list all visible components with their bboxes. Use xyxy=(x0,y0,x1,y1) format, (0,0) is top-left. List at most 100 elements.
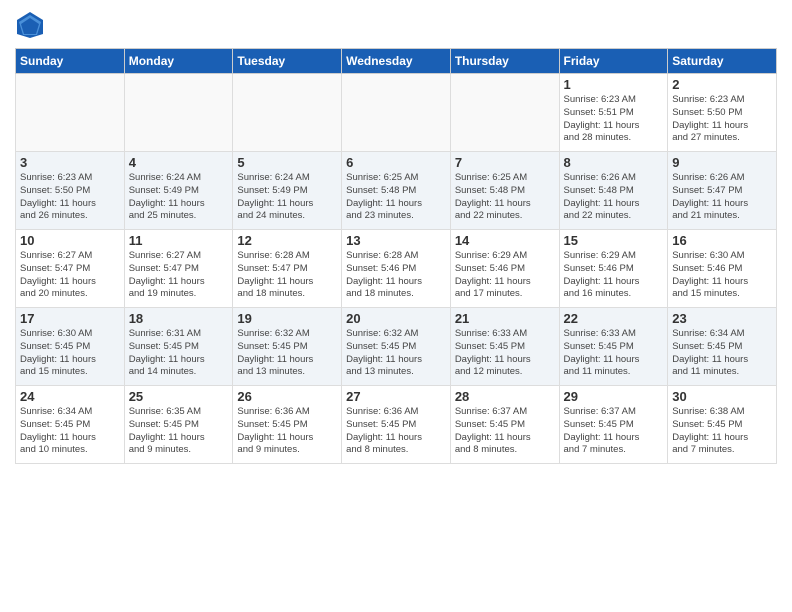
day-info: Sunrise: 6:24 AM Sunset: 5:49 PM Dayligh… xyxy=(237,172,337,223)
weekday-header-wednesday: Wednesday xyxy=(342,49,451,74)
calendar-cell: 2Sunrise: 6:23 AM Sunset: 5:50 PM Daylig… xyxy=(668,74,777,152)
calendar-cell: 5 Sunrise: 6:24 AM Sunset: 5:49 PM Daylig… xyxy=(233,152,342,230)
calendar-cell xyxy=(124,74,233,152)
day-info: Sunrise: 6:38 AM Sunset: 5:45 PM Dayligh… xyxy=(672,406,772,457)
day-number: 6 xyxy=(346,155,446,170)
day-info: Sunrise: 6:36 AM Sunset: 5:45 PM Dayligh… xyxy=(346,406,446,457)
day-info: Sunrise: 6:34 AM Sunset: 5:45 PM Dayligh… xyxy=(20,406,120,457)
calendar-cell: 15 Sunrise: 6:29 AM Sunset: 5:46 PM Dayli… xyxy=(559,230,668,308)
day-number: 30 xyxy=(672,389,772,404)
calendar-cell: 1 Sunrise: 6:23 AM Sunset: 5:51 PM Daylig… xyxy=(559,74,668,152)
day-info: Sunrise: 6:29 AM Sunset: 5:46 PM Dayligh… xyxy=(564,250,664,301)
weekday-header-thursday: Thursday xyxy=(450,49,559,74)
day-info: Sunrise: 6:33 AM Sunset: 5:45 PM Dayligh… xyxy=(564,328,664,379)
calendar-cell: 30 Sunrise: 6:38 AM Sunset: 5:45 PM Dayli… xyxy=(668,386,777,464)
day-number: 23 xyxy=(672,311,772,326)
day-number: 15 xyxy=(564,233,664,248)
day-number: 20 xyxy=(346,311,446,326)
calendar-cell: 27 Sunrise: 6:36 AM Sunset: 5:45 PM Dayli… xyxy=(342,386,451,464)
day-info: Sunrise: 6:35 AM Sunset: 5:45 PM Dayligh… xyxy=(129,406,229,457)
day-info: Sunrise: 6:24 AM Sunset: 5:49 PM Dayligh… xyxy=(129,172,229,223)
day-number: 18 xyxy=(129,311,229,326)
day-info: Sunrise: 6:26 AM Sunset: 5:47 PM Dayligh… xyxy=(672,172,772,223)
calendar-cell: 21 Sunrise: 6:33 AM Sunset: 5:45 PM Dayli… xyxy=(450,308,559,386)
day-info: Sunrise: 6:31 AM Sunset: 5:45 PM Dayligh… xyxy=(129,328,229,379)
day-number: 14 xyxy=(455,233,555,248)
day-number: 9 xyxy=(672,155,772,170)
day-number: 11 xyxy=(129,233,229,248)
calendar-cell: 18 Sunrise: 6:31 AM Sunset: 5:45 PM Dayli… xyxy=(124,308,233,386)
day-info: Sunrise: 6:37 AM Sunset: 5:45 PM Dayligh… xyxy=(564,406,664,457)
day-number: 26 xyxy=(237,389,337,404)
day-info: Sunrise: 6:37 AM Sunset: 5:45 PM Dayligh… xyxy=(455,406,555,457)
calendar: SundayMondayTuesdayWednesdayThursdayFrid… xyxy=(15,48,777,464)
day-info: Sunrise: 6:27 AM Sunset: 5:47 PM Dayligh… xyxy=(129,250,229,301)
day-info: Sunrise: 6:32 AM Sunset: 5:45 PM Dayligh… xyxy=(237,328,337,379)
calendar-cell: 29Sunrise: 6:37 AM Sunset: 5:45 PM Dayli… xyxy=(559,386,668,464)
weekday-header-tuesday: Tuesday xyxy=(233,49,342,74)
day-info: Sunrise: 6:23 AM Sunset: 5:50 PM Dayligh… xyxy=(20,172,120,223)
page: SundayMondayTuesdayWednesdayThursdayFrid… xyxy=(0,0,792,612)
day-number: 16 xyxy=(672,233,772,248)
calendar-cell: 6 Sunrise: 6:25 AM Sunset: 5:48 PM Daylig… xyxy=(342,152,451,230)
logo-icon xyxy=(15,10,45,40)
day-info: Sunrise: 6:28 AM Sunset: 5:47 PM Dayligh… xyxy=(237,250,337,301)
day-number: 7 xyxy=(455,155,555,170)
calendar-cell: 11 Sunrise: 6:27 AM Sunset: 5:47 PM Dayli… xyxy=(124,230,233,308)
day-number: 13 xyxy=(346,233,446,248)
calendar-week-1: 1 Sunrise: 6:23 AM Sunset: 5:51 PM Daylig… xyxy=(16,74,777,152)
day-number: 10 xyxy=(20,233,120,248)
day-info: Sunrise: 6:30 AM Sunset: 5:45 PM Dayligh… xyxy=(20,328,120,379)
calendar-cell: 22Sunrise: 6:33 AM Sunset: 5:45 PM Dayli… xyxy=(559,308,668,386)
calendar-cell: 20 Sunrise: 6:32 AM Sunset: 5:45 PM Dayli… xyxy=(342,308,451,386)
day-info: Sunrise: 6:33 AM Sunset: 5:45 PM Dayligh… xyxy=(455,328,555,379)
calendar-cell xyxy=(342,74,451,152)
calendar-cell: 14 Sunrise: 6:29 AM Sunset: 5:46 PM Dayli… xyxy=(450,230,559,308)
calendar-cell: 10 Sunrise: 6:27 AM Sunset: 5:47 PM Dayli… xyxy=(16,230,125,308)
day-info: Sunrise: 6:25 AM Sunset: 5:48 PM Dayligh… xyxy=(455,172,555,223)
day-number: 24 xyxy=(20,389,120,404)
day-info: Sunrise: 6:30 AM Sunset: 5:46 PM Dayligh… xyxy=(672,250,772,301)
day-number: 21 xyxy=(455,311,555,326)
day-number: 25 xyxy=(129,389,229,404)
day-info: Sunrise: 6:29 AM Sunset: 5:46 PM Dayligh… xyxy=(455,250,555,301)
calendar-week-2: 3 Sunrise: 6:23 AM Sunset: 5:50 PM Daylig… xyxy=(16,152,777,230)
day-info: Sunrise: 6:32 AM Sunset: 5:45 PM Dayligh… xyxy=(346,328,446,379)
day-number: 28 xyxy=(455,389,555,404)
calendar-cell xyxy=(450,74,559,152)
day-number: 8 xyxy=(564,155,664,170)
calendar-cell: 19 Sunrise: 6:32 AM Sunset: 5:45 PM Dayli… xyxy=(233,308,342,386)
day-info: Sunrise: 6:23 AM Sunset: 5:51 PM Dayligh… xyxy=(564,94,664,145)
calendar-week-5: 24 Sunrise: 6:34 AM Sunset: 5:45 PM Dayli… xyxy=(16,386,777,464)
calendar-cell: 17Sunrise: 6:30 AM Sunset: 5:45 PM Dayli… xyxy=(16,308,125,386)
header xyxy=(15,10,777,40)
weekday-header-monday: Monday xyxy=(124,49,233,74)
calendar-cell: 8 Sunrise: 6:26 AM Sunset: 5:48 PM Daylig… xyxy=(559,152,668,230)
day-number: 5 xyxy=(237,155,337,170)
calendar-cell: 7 Sunrise: 6:25 AM Sunset: 5:48 PM Daylig… xyxy=(450,152,559,230)
day-info: Sunrise: 6:34 AM Sunset: 5:45 PM Dayligh… xyxy=(672,328,772,379)
day-number: 4 xyxy=(129,155,229,170)
calendar-week-4: 17Sunrise: 6:30 AM Sunset: 5:45 PM Dayli… xyxy=(16,308,777,386)
day-info: Sunrise: 6:36 AM Sunset: 5:45 PM Dayligh… xyxy=(237,406,337,457)
calendar-cell: 23 Sunrise: 6:34 AM Sunset: 5:45 PM Dayli… xyxy=(668,308,777,386)
day-number: 3 xyxy=(20,155,120,170)
day-info: Sunrise: 6:26 AM Sunset: 5:48 PM Dayligh… xyxy=(564,172,664,223)
day-number: 1 xyxy=(564,77,664,92)
logo xyxy=(15,10,49,40)
calendar-cell xyxy=(233,74,342,152)
calendar-cell: 13 Sunrise: 6:28 AM Sunset: 5:46 PM Dayli… xyxy=(342,230,451,308)
day-number: 27 xyxy=(346,389,446,404)
calendar-cell: 3 Sunrise: 6:23 AM Sunset: 5:50 PM Daylig… xyxy=(16,152,125,230)
day-info: Sunrise: 6:27 AM Sunset: 5:47 PM Dayligh… xyxy=(20,250,120,301)
day-number: 2 xyxy=(672,77,772,92)
calendar-cell: 26 Sunrise: 6:36 AM Sunset: 5:45 PM Dayli… xyxy=(233,386,342,464)
day-info: Sunrise: 6:25 AM Sunset: 5:48 PM Dayligh… xyxy=(346,172,446,223)
weekday-header-friday: Friday xyxy=(559,49,668,74)
day-number: 19 xyxy=(237,311,337,326)
calendar-cell: 9 Sunrise: 6:26 AM Sunset: 5:47 PM Daylig… xyxy=(668,152,777,230)
day-info: Sunrise: 6:28 AM Sunset: 5:46 PM Dayligh… xyxy=(346,250,446,301)
calendar-cell: 16 Sunrise: 6:30 AM Sunset: 5:46 PM Dayli… xyxy=(668,230,777,308)
calendar-cell: 28 Sunrise: 6:37 AM Sunset: 5:45 PM Dayli… xyxy=(450,386,559,464)
calendar-cell xyxy=(16,74,125,152)
